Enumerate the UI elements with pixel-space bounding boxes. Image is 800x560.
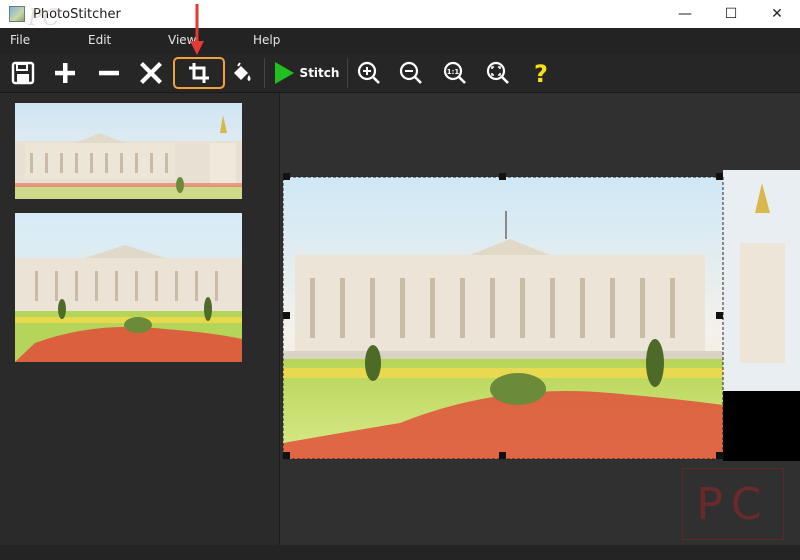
annotation-arrow-icon — [190, 4, 204, 55]
paint-bucket-icon — [234, 62, 251, 81]
question-icon: ? — [534, 60, 548, 86]
minus-icon — [99, 70, 119, 76]
thumbnail-1[interactable] — [15, 103, 242, 199]
floppy-icon — [11, 61, 35, 85]
title-bar: PhotoStitcher — ☐ ✕ — [0, 0, 800, 28]
clear-button[interactable] — [136, 57, 166, 89]
zoom-out-icon — [399, 61, 422, 84]
play-icon — [274, 62, 294, 84]
thumbnail-2[interactable] — [15, 213, 242, 362]
close-icon: ✕ — [771, 6, 783, 22]
menu-file[interactable]: File — [10, 33, 30, 47]
plus-icon — [55, 63, 75, 83]
save-button[interactable] — [8, 57, 38, 89]
close-button[interactable]: ✕ — [754, 0, 800, 28]
zoom-1to1-icon: 1:1 — [443, 61, 466, 84]
minimize-icon: — — [678, 6, 692, 22]
remove-button[interactable] — [94, 57, 124, 89]
zoom-in-button[interactable] — [356, 57, 382, 89]
help-text: ? — [534, 60, 548, 86]
crop-button[interactable] — [173, 57, 225, 89]
status-bar — [0, 545, 800, 560]
x-icon — [140, 62, 162, 84]
zoom-out-button[interactable] — [398, 57, 424, 89]
add-button[interactable] — [50, 57, 80, 89]
watermark-logo: PC — [682, 468, 784, 540]
maximize-icon: ☐ — [724, 6, 738, 22]
menu-bar: File Edit View Help — [0, 28, 800, 54]
zoom-fit-icon — [486, 61, 509, 84]
maximize-button[interactable]: ☐ — [708, 0, 754, 28]
zoom-actual-text: 1:1 — [447, 68, 460, 76]
palace-photo-thumbnail — [15, 103, 242, 199]
toolbar-separator — [264, 58, 265, 88]
image-list-panel — [0, 93, 280, 545]
zoom-actual-button[interactable]: 1:1 — [442, 57, 468, 89]
menu-help[interactable]: Help — [253, 33, 280, 47]
stitch-label: Stitch — [299, 66, 340, 80]
window-controls: — ☐ ✕ — [662, 0, 800, 28]
help-button[interactable]: ? — [528, 57, 554, 89]
zoom-fit-button[interactable] — [485, 57, 511, 89]
toolbar-separator — [347, 58, 348, 88]
zoom-in-icon — [357, 61, 380, 84]
minimize-button[interactable]: — — [662, 0, 708, 28]
menu-edit[interactable]: Edit — [88, 33, 111, 47]
stitch-button[interactable]: Stitch — [272, 57, 340, 89]
crop-icon — [189, 63, 209, 83]
app-icon — [9, 6, 25, 22]
palace-photo-thumbnail — [15, 213, 242, 362]
toolbar: Stitch 1:1 ? — [0, 54, 800, 93]
fill-button[interactable] — [228, 57, 256, 89]
